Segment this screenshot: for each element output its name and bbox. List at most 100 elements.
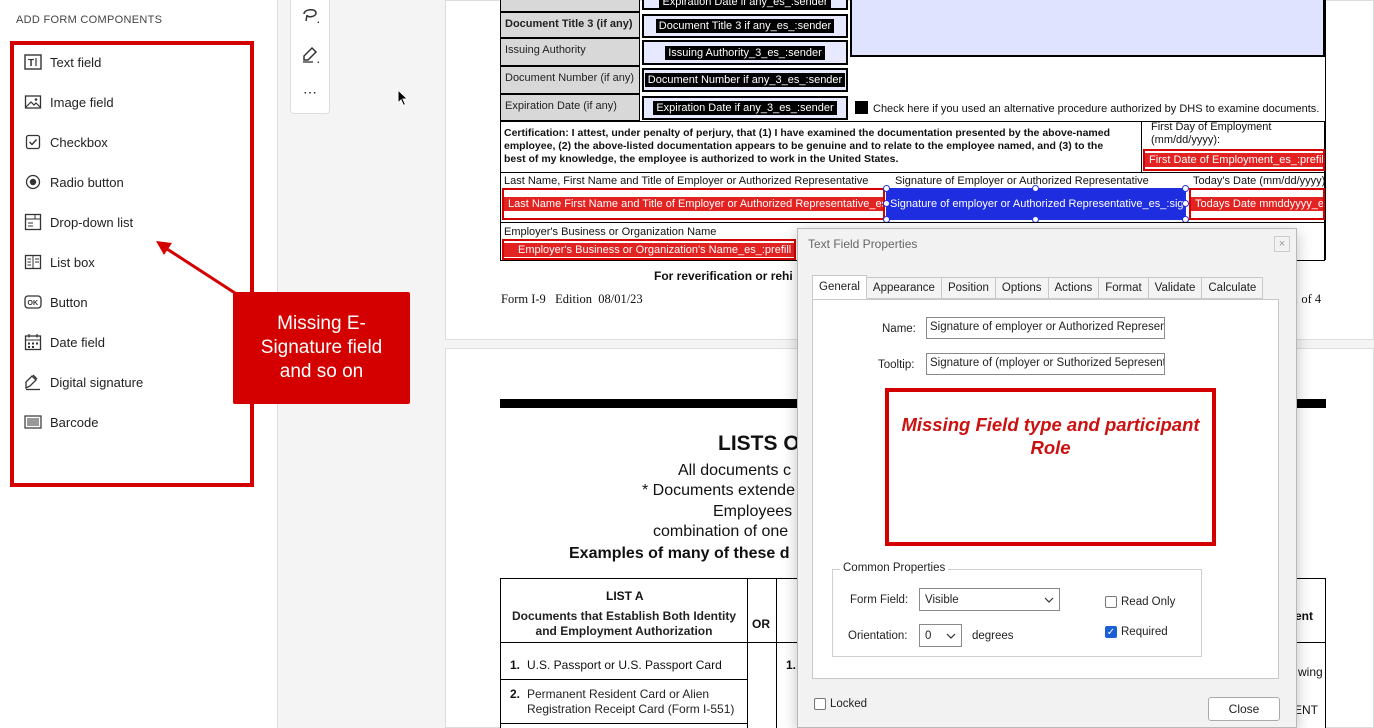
alt-procedure-checkbox[interactable]: [855, 101, 868, 114]
item2-text: Permanent Resident Card or Alien Registr…: [527, 687, 735, 716]
tab-bar: General Appearance Position Options Acti…: [812, 275, 1264, 299]
first-day-field[interactable]: First Date of Employment_es_:prefill: [1143, 149, 1325, 171]
form-footer: Form I-9 Edition 08/01/23: [501, 292, 643, 306]
panel-title: ADD FORM COMPONENTS: [16, 14, 163, 26]
cert-divider: [1141, 121, 1142, 173]
tool-text-field[interactable]: T Text field: [24, 50, 101, 74]
tool-label: List box: [50, 254, 95, 270]
business-field[interactable]: Employer's Business or Organization's Na…: [502, 239, 796, 260]
read-only-option[interactable]: Read Only: [1105, 596, 1175, 608]
first-day-label: First Day of Employment: [1151, 121, 1272, 133]
missing-esignature-callout: Missing E-Signature field and so on: [233, 292, 410, 404]
tab-validate[interactable]: Validate: [1148, 277, 1203, 299]
resize-handle[interactable]: [1182, 200, 1189, 207]
checkbox-icon: [24, 133, 42, 151]
expiration-top-field[interactable]: Expiration Date if any_es_:sender: [642, 0, 848, 10]
locked-checkbox[interactable]: [814, 698, 826, 710]
tool-radio-button[interactable]: Radio button: [24, 170, 124, 194]
reverification-heading: For reverification or rehi: [654, 269, 793, 283]
p2-line-3: Employees: [713, 503, 793, 520]
list-a-title: LIST A: [606, 589, 644, 603]
tool-label: Radio button: [50, 174, 124, 190]
read-only-checkbox[interactable]: [1105, 596, 1117, 608]
tab-actions[interactable]: Actions: [1048, 277, 1100, 299]
pen-edit-icon[interactable]: [301, 45, 321, 68]
tool-label: Text field: [50, 54, 102, 70]
alt-procedure-text: Check here if you used an alternative pr…: [873, 103, 1320, 115]
drawing-toolbar: ⋯: [290, 0, 330, 114]
item1-text: U.S. Passport or U.S. Passport Card: [527, 658, 722, 672]
degrees-label: degrees: [972, 630, 1014, 642]
table-row-line: [500, 723, 748, 724]
barcode-icon: [24, 413, 42, 431]
blue-field-area[interactable]: [850, 0, 1325, 57]
resize-handle[interactable]: [883, 185, 890, 192]
tab-appearance[interactable]: Appearance: [866, 277, 942, 299]
tool-digital-signature[interactable]: Digital signature: [24, 370, 143, 394]
name-input[interactable]: Signature of employer or Authorized Repr…: [926, 317, 1165, 339]
issuing-field[interactable]: Issuing Authority_3_es_:sender: [642, 40, 848, 65]
resize-handle[interactable]: [883, 200, 890, 207]
tool-label: Drop-down list: [50, 214, 134, 230]
p2-line-4: combination of one: [653, 523, 789, 540]
name-label: Name:: [882, 323, 916, 335]
lists-heading: LISTS O: [718, 432, 800, 455]
required-option[interactable]: ✓ Required: [1105, 626, 1168, 638]
tab-calculate[interactable]: Calculate: [1202, 277, 1264, 299]
tool-label: Digital signature: [50, 374, 144, 390]
last-name-field[interactable]: Last Name First Name and Title of Employ…: [502, 188, 885, 220]
col2-item-num: 1.: [786, 658, 797, 672]
required-checkbox[interactable]: ✓: [1105, 626, 1117, 638]
dropdown-list-icon: [24, 213, 42, 231]
tab-general[interactable]: General: [812, 275, 867, 299]
mouse-cursor-icon: [397, 88, 409, 110]
cert-line-2: employee, (2) the above-listed documenta…: [504, 140, 1104, 152]
tooltip-input[interactable]: Signature of (mployer or Suthorized 5epr…: [926, 353, 1165, 375]
tool-list-box[interactable]: List box: [24, 250, 95, 274]
table-row-line: [500, 679, 748, 680]
today-label: Today's Date (mm/dd/yyyy): [1193, 175, 1326, 187]
tab-format[interactable]: Format: [1099, 277, 1149, 299]
orientation-select[interactable]: 0: [919, 624, 962, 647]
col-ent: ent: [1295, 609, 1313, 623]
docnum-label: Document Number (if any): [500, 66, 640, 94]
list-box-icon: [24, 253, 42, 271]
more-options-icon[interactable]: ⋯: [303, 84, 318, 101]
form-field-label: Form Field:: [850, 594, 909, 606]
common-properties-label: Common Properties: [840, 562, 949, 574]
tab-options[interactable]: Options: [995, 277, 1049, 299]
close-icon[interactable]: ×: [1274, 236, 1290, 252]
missing-field-annotation: Missing Field type and participant Role: [885, 388, 1216, 546]
doc-title3-field[interactable]: Document Title 3 if any_es_:sender: [642, 14, 848, 38]
tool-dropdown-list[interactable]: Drop-down list: [24, 210, 133, 234]
tool-date-field[interactable]: Date field: [24, 330, 105, 354]
today-field[interactable]: Todays Date mmddyyyy_es_:date: [1189, 188, 1325, 220]
form-field-select[interactable]: Visible: [919, 588, 1060, 611]
annotation-text: Missing Field type and participant Role: [901, 414, 1200, 458]
examples-heading: Examples of many of these d: [569, 545, 790, 562]
tool-barcode[interactable]: Barcode: [24, 410, 98, 434]
col-ent-2: ENT: [1294, 703, 1318, 717]
resize-handle[interactable]: [1032, 185, 1039, 192]
image-field-icon: [24, 93, 42, 111]
tab-position[interactable]: Position: [941, 277, 996, 299]
doc-border-right: [1325, 0, 1326, 260]
docnum-field[interactable]: Document Number if any_3_es_:sender: [642, 68, 848, 92]
item1-num: 1.: [510, 658, 521, 672]
tool-button[interactable]: OK Button: [24, 290, 88, 314]
date-field-icon: [24, 333, 42, 351]
list-a-subtitle: Documents that Establish Both Identity a…: [511, 609, 736, 638]
row-divider: [500, 222, 1325, 223]
tool-checkbox[interactable]: Checkbox: [24, 130, 108, 154]
radio-button-icon: [24, 173, 42, 191]
col-wing: wing: [1298, 665, 1323, 679]
tool-image-field[interactable]: Image field: [24, 90, 114, 114]
lasso-icon[interactable]: [301, 5, 321, 28]
exp-field[interactable]: Expiration Date if any_3_es_:sender: [642, 96, 848, 120]
resize-handle[interactable]: [1182, 185, 1189, 192]
close-button[interactable]: Close: [1208, 697, 1280, 721]
cert-line-1: Certification: I attest, under penalty o…: [504, 127, 1111, 139]
item2-num: 2.: [510, 687, 521, 701]
issuing-label: Issuing Authority: [500, 38, 640, 66]
locked-option[interactable]: Locked: [814, 698, 867, 710]
